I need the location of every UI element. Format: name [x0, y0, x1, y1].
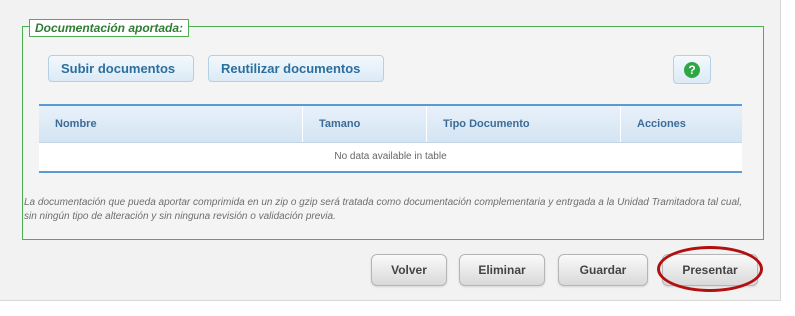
- help-icon: ?: [684, 61, 700, 78]
- fieldset-legend: Documentación aportada:: [29, 19, 190, 37]
- column-header-actions[interactable]: Acciones: [621, 106, 742, 142]
- table-header: Nombre Tamano Tipo Documento Acciones: [39, 106, 742, 143]
- save-button[interactable]: Guardar: [558, 254, 648, 286]
- upload-documents-button[interactable]: Subir documentos: [48, 55, 194, 82]
- table-empty-row: No data available in table: [39, 143, 742, 171]
- submit-button[interactable]: Presentar: [662, 254, 758, 286]
- documents-table: Nombre Tamano Tipo Documento Acciones No…: [39, 104, 742, 173]
- reuse-documents-button[interactable]: Reutilizar documentos: [208, 55, 384, 82]
- help-button[interactable]: ?: [673, 55, 711, 84]
- back-button[interactable]: Volver: [371, 254, 447, 286]
- column-header-size[interactable]: Tamano: [303, 106, 427, 142]
- column-header-document-type[interactable]: Tipo Documento: [427, 106, 621, 142]
- delete-button[interactable]: Eliminar: [459, 254, 545, 286]
- compression-note: La documentación que pueda aportar compr…: [24, 197, 743, 222]
- column-header-name[interactable]: Nombre: [39, 106, 303, 142]
